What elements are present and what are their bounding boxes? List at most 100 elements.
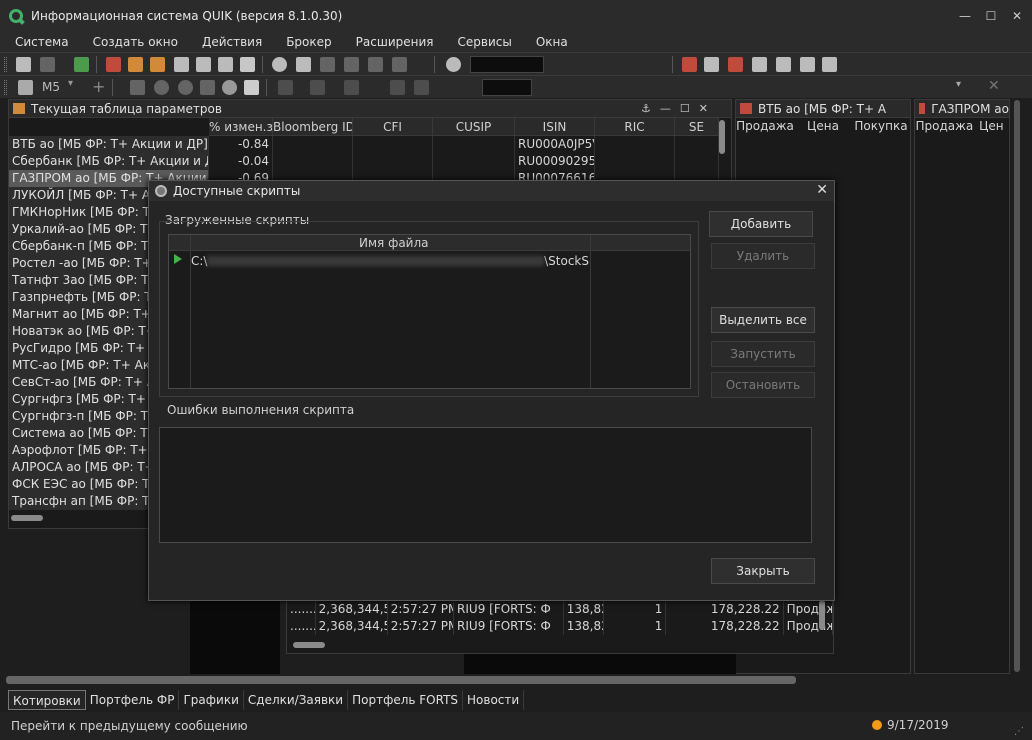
- arrow-tool-icon[interactable]: [344, 80, 359, 95]
- table-row[interactable]: ВТБ ао [МБ ФР: Т+ Акции и ДР] -0.84 RU000A…: [9, 136, 731, 153]
- params-table-icon[interactable]: [128, 57, 143, 72]
- ticker-icon[interactable]: [296, 57, 311, 72]
- search-icon[interactable]: [446, 57, 461, 72]
- eraser-icon[interactable]: [390, 80, 405, 95]
- table-row[interactable]: Сбербанк [МБ ФР: Т+ Акции и ДР] -0.04 RU00…: [9, 153, 731, 170]
- v-scrollbar[interactable]: [819, 600, 825, 630]
- orders-icon[interactable]: [218, 57, 233, 72]
- money-icon[interactable]: [776, 57, 791, 72]
- quotes-icon[interactable]: [150, 57, 165, 72]
- close-button[interactable]: Закрыть: [711, 558, 815, 584]
- money-doc-icon[interactable]: [752, 57, 767, 72]
- close-icon[interactable]: ✕: [988, 78, 1000, 94]
- zoom-in-icon[interactable]: [154, 80, 169, 95]
- ruler-icon[interactable]: [200, 80, 215, 95]
- workspace-v-scrollbar[interactable]: [1014, 100, 1020, 672]
- doc-alert-icon[interactable]: [728, 57, 743, 72]
- maximize-icon[interactable]: ☐: [980, 0, 1002, 32]
- add-window-icon[interactable]: [74, 57, 89, 72]
- pencil-icon[interactable]: [414, 80, 429, 95]
- minimize-icon[interactable]: —: [954, 0, 976, 32]
- message-icon[interactable]: [272, 57, 287, 72]
- trade-row[interactable]: ...........2,368,344,5492:57:27 PMRIU9 […: [287, 601, 833, 618]
- table-icon[interactable]: [106, 57, 121, 72]
- chart-icon[interactable]: [240, 57, 255, 72]
- order-buy-icon[interactable]: [320, 57, 335, 72]
- disconnect-icon[interactable]: [40, 57, 55, 72]
- h-scrollbar[interactable]: [293, 642, 325, 648]
- file-name-column-header[interactable]: Имя файла: [359, 236, 429, 250]
- settings-table-icon[interactable]: [196, 57, 211, 72]
- column-header[interactable]: CUSIP: [433, 118, 515, 135]
- column-header[interactable]: Продажа: [736, 118, 794, 134]
- cursor-field[interactable]: [482, 79, 532, 96]
- toolbar-grip[interactable]: [4, 57, 7, 72]
- column-header[interactable]: ISIN: [515, 118, 595, 135]
- hand-icon[interactable]: [244, 80, 259, 95]
- v-scrollbar[interactable]: [719, 120, 725, 154]
- delete-button[interactable]: Удалить: [711, 243, 815, 269]
- menu-broker[interactable]: Брокер: [274, 32, 343, 52]
- menu-windows[interactable]: Окна: [524, 32, 580, 52]
- run-button[interactable]: Запустить: [711, 341, 815, 367]
- trade-row[interactable]: ...........2,368,344,5502:57:27 PMRIU9 […: [287, 618, 833, 635]
- connect-icon[interactable]: [16, 57, 31, 72]
- script-errors-area[interactable]: [159, 427, 812, 543]
- interval-select[interactable]: М5: [42, 80, 60, 94]
- column-header[interactable]: Цена: [794, 118, 852, 134]
- tab-trades-orders[interactable]: Сделки/Заявки: [244, 690, 349, 710]
- lock-icon[interactable]: [822, 57, 837, 72]
- column-header[interactable]: Покупка: [852, 118, 910, 134]
- resize-grip-icon[interactable]: ⋰: [1014, 726, 1024, 737]
- tab-charts[interactable]: Графики: [179, 690, 244, 710]
- menu-extensions[interactable]: Расширения: [344, 32, 446, 52]
- scripts-list[interactable]: Имя файла C:\ \StockS: [168, 234, 691, 389]
- toolbar-grip[interactable]: [4, 80, 7, 95]
- order-stop-icon[interactable]: [392, 57, 407, 72]
- dialog-titlebar[interactable]: Доступные скрипты ✕: [149, 181, 834, 201]
- chevron-down-icon[interactable]: ▾: [956, 79, 961, 90]
- column-header[interactable]: Bloomberg ID: [273, 118, 353, 135]
- stop-button[interactable]: Остановить: [711, 372, 815, 398]
- text-tool-icon[interactable]: [310, 80, 325, 95]
- crosshair-icon[interactable]: [222, 80, 237, 95]
- line-tool-icon[interactable]: [278, 80, 293, 95]
- doc-icon[interactable]: [704, 57, 719, 72]
- column-header[interactable]: SE: [675, 118, 719, 135]
- params-window-titlebar[interactable]: Текущая таблица параметров ⚓—☐✕: [9, 100, 731, 118]
- menu-actions[interactable]: Действия: [190, 32, 274, 52]
- close-icon[interactable]: ✕: [1006, 0, 1028, 32]
- plus-icon[interactable]: +: [92, 77, 105, 96]
- tab-quotes[interactable]: Котировки: [8, 690, 86, 710]
- search-input[interactable]: [470, 56, 544, 73]
- column-header[interactable]: Продажа: [915, 118, 974, 134]
- zoom-out-icon[interactable]: [178, 80, 193, 95]
- vtb-window-titlebar[interactable]: ВТБ ао [МБ ФР: Т+ А: [736, 100, 910, 118]
- order-transfer-icon[interactable]: [368, 57, 383, 72]
- tab-portfolio-fr[interactable]: Портфель ФР: [86, 690, 180, 710]
- gazprom-window-titlebar[interactable]: ГАЗПРОМ ао: [915, 100, 1009, 118]
- script-row[interactable]: C:\ \StockS: [191, 253, 589, 269]
- workspace-h-scrollbar[interactable]: [6, 676, 796, 684]
- order-cancel-icon[interactable]: [344, 57, 359, 72]
- close-icon[interactable]: ✕: [816, 182, 828, 198]
- menu-create-window[interactable]: Создать окно: [81, 32, 190, 52]
- h-scrollbar[interactable]: [11, 515, 43, 521]
- column-header[interactable]: RIC: [595, 118, 675, 135]
- chevron-down-icon[interactable]: ▾: [68, 78, 73, 89]
- add-button[interactable]: Добавить: [709, 211, 813, 237]
- tab-news[interactable]: Новости: [463, 690, 525, 710]
- report-icon[interactable]: [682, 57, 697, 72]
- tab-portfolio-forts[interactable]: Портфель FORTS: [348, 690, 464, 710]
- column-header[interactable]: Цен: [974, 118, 1009, 134]
- chart-type-icon[interactable]: [18, 80, 33, 95]
- briefcase-icon[interactable]: [800, 57, 815, 72]
- menu-services[interactable]: Сервисы: [446, 32, 524, 52]
- menu-system[interactable]: Система: [0, 32, 81, 52]
- column-header[interactable]: % измен.за: [209, 118, 273, 135]
- window-controls[interactable]: ⚓—☐✕: [641, 102, 717, 115]
- fit-icon[interactable]: [130, 80, 145, 95]
- select-all-button[interactable]: Выделить все: [711, 307, 815, 333]
- column-header[interactable]: CFI: [353, 118, 433, 135]
- portfolio-icon[interactable]: [174, 57, 189, 72]
